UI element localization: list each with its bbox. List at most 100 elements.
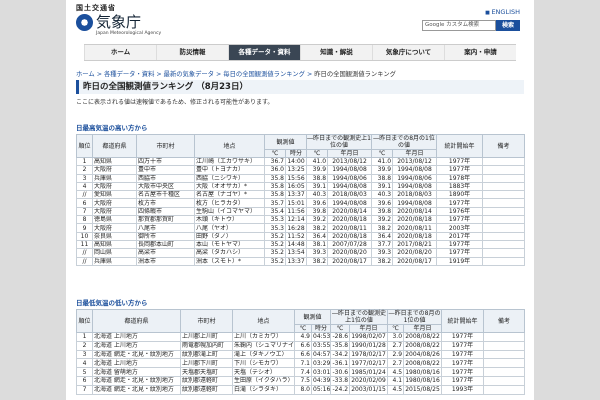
section-title-low: 日最低気温の低い方から (76, 299, 148, 307)
cell-obs-value: 35.2 (264, 239, 286, 250)
cell-record-all-date: 2020/08/17 (327, 256, 373, 266)
cell-prefecture: 兵庫県 (92, 173, 137, 183)
cell-record-all-value: 40.3 (306, 190, 329, 200)
cell-record-month-date: 2018/08/03 (392, 190, 438, 200)
col-record-all: ―昨日までの観測史上1位の値 (306, 134, 373, 150)
cell-record-month-date: 1980/08/16 (403, 367, 443, 377)
table-row: 10 奈良県 御所市 田野（タノ） 35.2 11:52 36.4 2020/08/18 36.… (76, 231, 526, 241)
cell-record-month-value: 39.6 (371, 198, 394, 208)
table-row: 2 北海道 上川地方 雨竜郡幌加内町 朱鞠内（シュマリナイ） 6.6 03:55 -35.8… (76, 340, 526, 351)
cell-obs-time: 04:57 (310, 349, 332, 360)
cell-start-year: 1977年 (441, 340, 485, 351)
nav-guide[interactable]: 案内・申請 (444, 45, 516, 60)
cell-record-month-date: 1980/08/16 (403, 375, 443, 386)
cell-remark (482, 223, 526, 233)
cell-station: 天塩（テシオ） (232, 367, 295, 377)
cell-prefecture: 北海道 上川地方 (92, 340, 181, 351)
cell-record-all-date: 1994/08/08 (327, 165, 373, 175)
cell-rank: // (76, 256, 93, 266)
cell-prefecture: 愛知県 (92, 190, 137, 200)
cell-obs-time: 14:48 (284, 239, 308, 250)
cell-record-month-date: 1994/08/08 (392, 181, 438, 192)
cell-record-all-value: -33.8 (330, 375, 351, 386)
cell-record-month-value: 38.8 (371, 173, 394, 183)
cell-remark (482, 248, 526, 258)
cell-rank: 1 (76, 156, 93, 167)
global-nav: ホーム 防災情報 各種データ・資料 知識・解説 気象庁について 案内・申請 (84, 44, 516, 61)
col-record-month: ―昨日までの8月の1位の値 (371, 134, 438, 150)
cell-obs-value: 35.8 (264, 181, 286, 192)
site-logo-text[interactable]: 気象庁 (96, 11, 141, 32)
cell-record-month-date: 2004/08/26 (403, 349, 443, 360)
cell-prefecture: 大阪府 (92, 223, 137, 233)
cell-obs-value: 6.6 (294, 340, 312, 351)
page: 国土交通省 気象庁 Japan Meteorological Agency EN… (66, 0, 534, 400)
cell-prefecture: 北海道 網走・北見・紋別地方 (92, 375, 181, 386)
search-input[interactable]: Google カスタム検索 (422, 20, 496, 31)
col-date: 年月日 (392, 149, 438, 158)
table-row: //愛知県 名古屋市千種区 名古屋（ナゴヤ）* 35.8 13:37 40.3 2018/0… (76, 190, 526, 200)
cell-rank: 7 (76, 384, 93, 395)
breadcrumb-daily-ranking[interactable]: 毎日の全国観測値ランキング (223, 71, 305, 78)
cell-rank: 7 (76, 206, 93, 217)
nav-home[interactable]: ホーム (84, 45, 156, 60)
cell-station: 生田原（イクタハラ） (232, 375, 295, 386)
nav-disaster-info[interactable]: 防災情報 (156, 45, 228, 60)
cell-rank: // (76, 248, 93, 258)
cell-record-all-value: 38.1 (306, 239, 329, 250)
cell-obs-value: 4.9 (294, 332, 312, 342)
cell-prefecture: 北海道 上川地方 (92, 358, 181, 369)
cell-record-all-value: -24.2 (330, 384, 351, 395)
cell-prefecture: 大阪府 (92, 165, 137, 175)
cell-record-month-value: 37.7 (371, 239, 394, 250)
col-record-all: ―昨日までの観測史上1位の値 (330, 309, 389, 325)
cell-record-month-date: 2020/08/11 (392, 223, 438, 233)
cell-prefecture: 高知県 (92, 239, 137, 250)
table-row: //岡山県 高梁市 高梁（タカハシ） 35.2 13:54 39.3 2020/08/20 3… (76, 248, 526, 258)
col-date: 年月日 (327, 149, 373, 158)
breadcrumb: ホーム > 各種データ・資料 > 最新の気象データ > 毎日の全国観測値ランキン… (76, 69, 396, 78)
cell-remark (482, 173, 526, 183)
cell-obs-time: 05:16 (310, 384, 332, 395)
cell-record-all-value: -36.1 (330, 358, 351, 369)
breadcrumb-latest[interactable]: 最新の気象データ (164, 71, 214, 78)
nav-data[interactable]: 各種データ・資料 (228, 45, 300, 60)
cell-record-all-value: 38.8 (306, 173, 329, 183)
high-temp-table: 順位 都道府県 市町村 地点 観測値 ―昨日までの観測史上1位の値 ―昨日までの… (76, 134, 526, 266)
col-observed: 観測値 (263, 134, 308, 150)
cell-record-all-value: -34.2 (330, 349, 351, 360)
cell-record-all-value: 39.2 (306, 215, 329, 225)
cell-start-year: 1977年 (441, 349, 485, 360)
cell-record-all-value: 39.1 (306, 181, 329, 192)
table-row: 1 北海道 上川地方 上川郡上川町 上川（カミカワ） 4.9 04:53 -28.6 1998… (76, 332, 526, 342)
cell-city: 上川郡上川町 (180, 332, 233, 342)
table-row: 3 兵庫県 西脇市 西脇（ニシワキ） 35.8 15:56 38.8 1994/08/06 38… (76, 173, 526, 183)
cell-obs-time: 16:05 (284, 181, 308, 192)
nav-about[interactable]: 気象庁について (372, 45, 444, 60)
cell-record-all-date: 2020/08/14 (327, 206, 373, 217)
cell-record-month-value: 39.1 (371, 181, 394, 192)
nav-knowledge[interactable]: 知識・解説 (300, 45, 372, 60)
search-button[interactable]: 検索 (496, 20, 520, 31)
col-time: 時分 (284, 149, 308, 158)
cell-record-month-value: 41.0 (371, 156, 394, 167)
cell-obs-value: 8.0 (294, 384, 312, 395)
english-link[interactable]: ENGLISH (485, 8, 520, 16)
cell-rank: 6 (76, 375, 93, 386)
cell-obs-value: 7.4 (294, 367, 312, 377)
jma-logo-icon[interactable] (76, 14, 93, 31)
cell-obs-time: 11:56 (284, 206, 308, 217)
cell-record-month-value: 4.5 (387, 367, 405, 377)
cell-start-year: 1977年 (441, 358, 485, 369)
col-rank: 順位 (76, 309, 93, 333)
table-row: 7 北海道 網走・北見・紋別地方 紋別郡遠軽町 白滝（シラタキ） 8.0 05:16 -24… (76, 384, 526, 395)
cell-start-year: 1977年 (436, 165, 484, 175)
col-remark: 備考 (483, 309, 526, 333)
breadcrumb-sep: > (94, 71, 104, 78)
breadcrumb-home[interactable]: ホーム (76, 71, 95, 78)
cell-rank: 6 (76, 198, 93, 208)
breadcrumb-data[interactable]: 各種データ・資料 (104, 71, 154, 78)
col-pref: 都道府県 (92, 134, 137, 158)
cell-prefecture: 奈良県 (92, 231, 137, 241)
table-row: 1 高知県 四万十市 江川崎（エカワサキ） 36.7 14:00 41.0 2013/08/1… (76, 156, 526, 167)
